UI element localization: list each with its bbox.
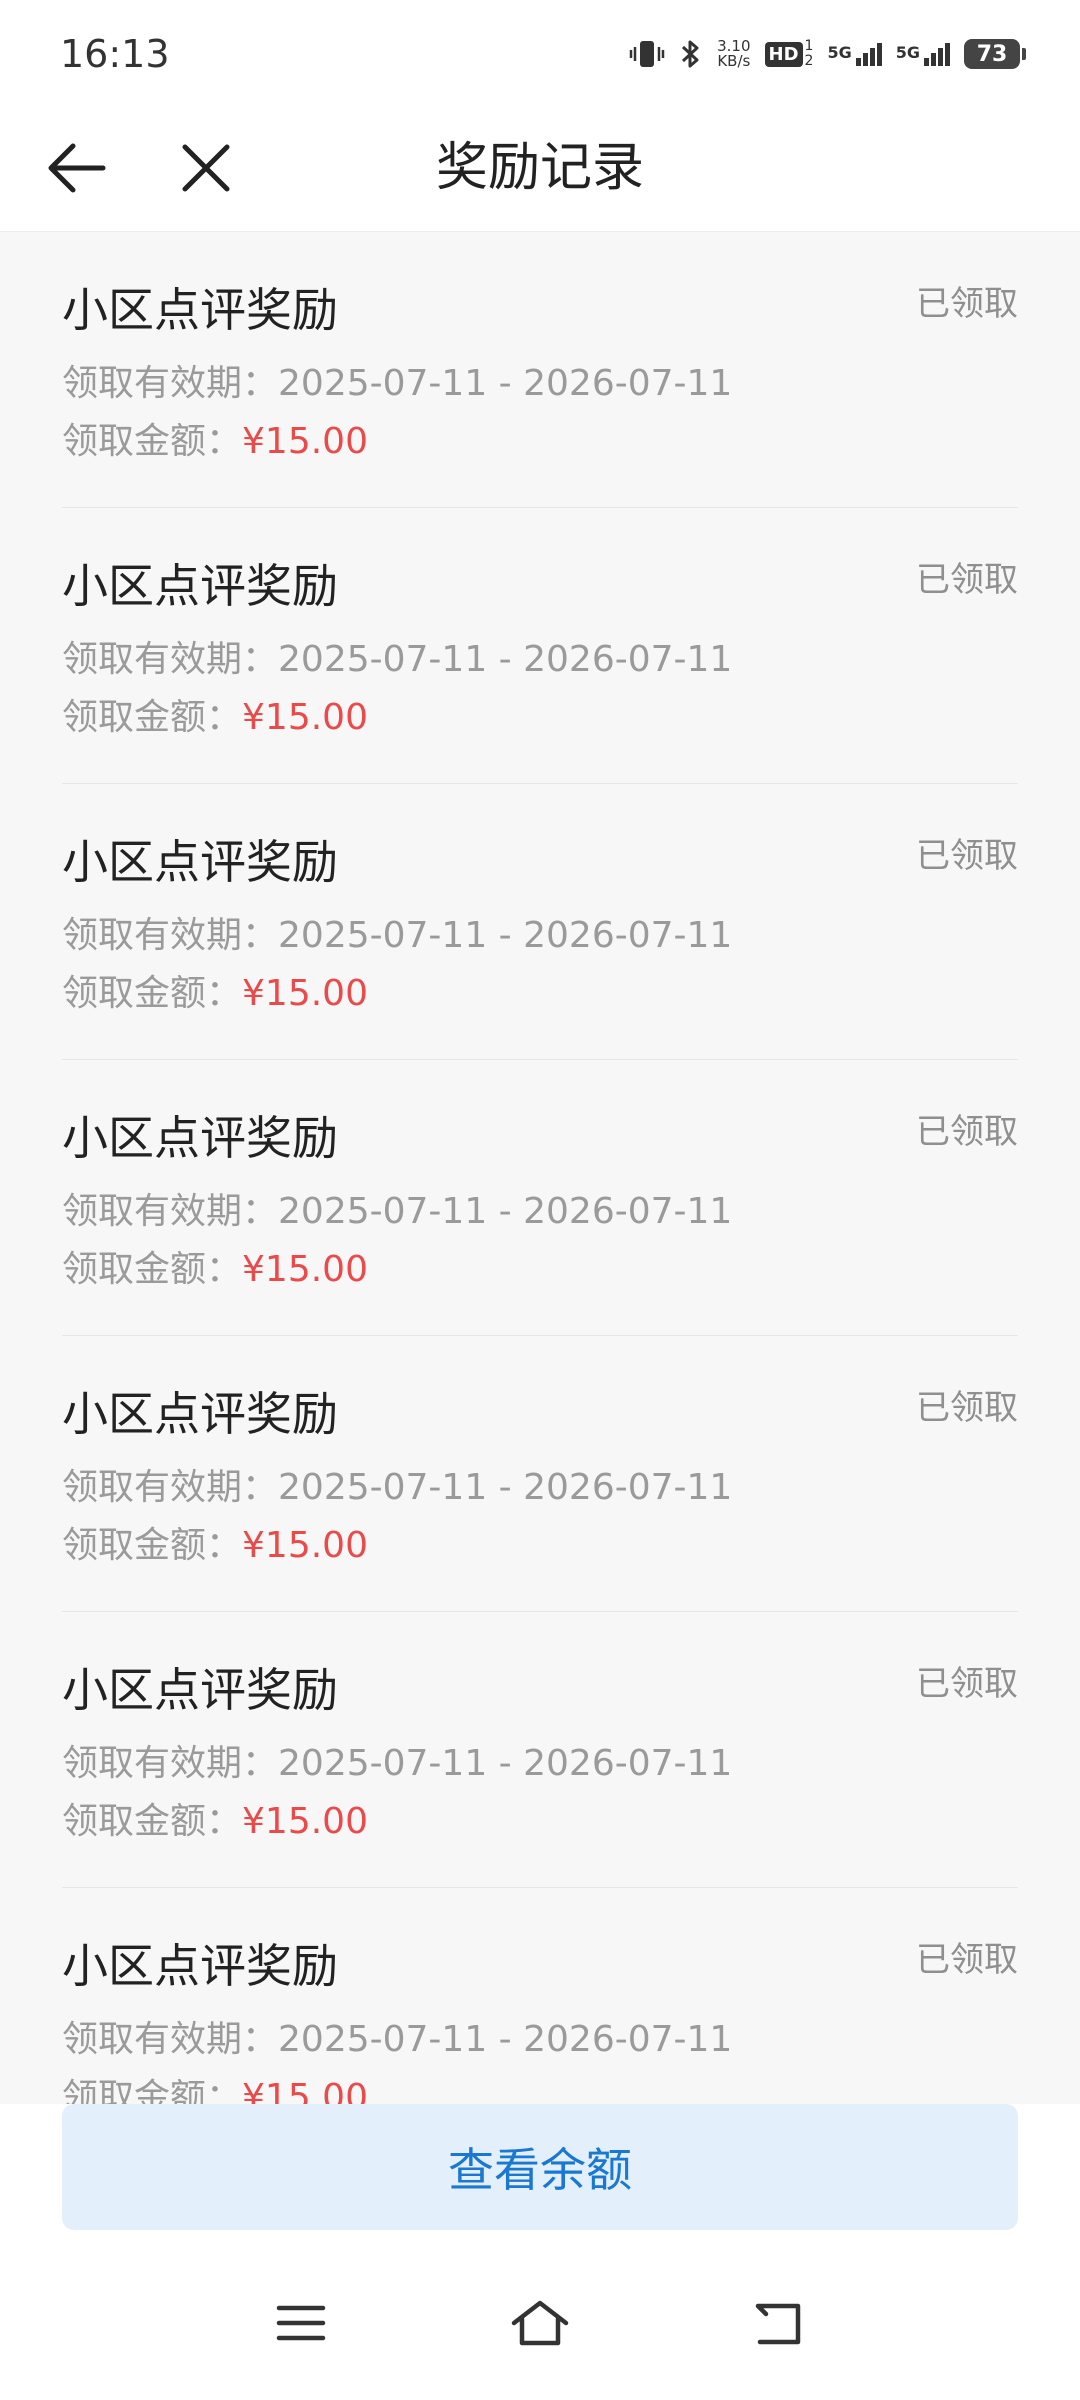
reward-record[interactable]: 小区点评奖励 已领取 领取有效期：2025-07-11 - 2026-07-11… <box>62 784 1018 1060</box>
system-nav-bar <box>0 2240 1080 2400</box>
record-title: 小区点评奖励 <box>62 1387 338 1441</box>
validity-value: 2025-07-11 - 2026-07-11 <box>278 1467 733 1508</box>
amount-value: ¥15.00 <box>242 1249 368 1290</box>
amount-value: ¥15.00 <box>242 1801 368 1842</box>
record-title: 小区点评奖励 <box>62 1111 338 1165</box>
home-icon <box>511 2300 569 2346</box>
record-amount: 领取金额：¥15.00 <box>62 688 368 740</box>
reward-record[interactable]: 小区点评奖励 已领取 领取有效期：2025-07-11 - 2026-07-11… <box>62 1336 1018 1612</box>
signal-bar <box>869 47 875 66</box>
amount-label: 领取金额： <box>62 421 243 462</box>
record-amount: 领取金额：¥15.00 <box>62 1516 368 1568</box>
validity-value: 2025-07-11 - 2026-07-11 <box>278 915 733 956</box>
reward-record[interactable]: 小区点评奖励 已领取 领取有效期：2025-07-11 - 2026-07-11… <box>62 232 1018 508</box>
validity-value: 2025-07-11 - 2026-07-11 <box>278 2019 733 2060</box>
record-title: 小区点评奖励 <box>62 283 338 337</box>
validity-value: 2025-07-11 - 2026-07-11 <box>278 363 733 404</box>
record-status: 已领取 <box>916 284 1018 324</box>
network-speed: 3.10 KB/s <box>717 39 750 69</box>
amount-value: ¥15.00 <box>242 697 368 738</box>
validity-value: 2025-07-11 - 2026-07-11 <box>278 1191 733 1232</box>
app-header: 奖励记录 <box>0 108 1080 232</box>
record-validity: 领取有效期：2025-07-11 - 2026-07-11 <box>62 906 732 958</box>
record-validity: 领取有效期：2025-07-11 - 2026-07-11 <box>62 354 732 406</box>
nav-home-button[interactable] <box>495 2278 585 2368</box>
amount-label: 领取金额： <box>62 973 243 1014</box>
reward-record-list[interactable]: 小区点评奖励 已领取 领取有效期：2025-07-11 - 2026-07-11… <box>0 232 1080 2104</box>
signal-bar <box>876 42 882 66</box>
record-title: 小区点评奖励 <box>62 1663 338 1717</box>
record-title: 小区点评奖励 <box>62 559 338 613</box>
network-speed-unit: KB/s <box>717 52 751 70</box>
amount-label: 领取金额： <box>62 2077 243 2104</box>
record-status: 已领取 <box>916 836 1018 876</box>
record-amount: 领取金额：¥15.00 <box>62 2068 368 2104</box>
amount-label: 领取金额： <box>62 1525 243 1566</box>
hd-voice-indicator: HD 1 2 <box>764 38 814 69</box>
menu-icon <box>276 2305 326 2341</box>
validity-label: 领取有效期： <box>62 1467 279 1508</box>
validity-label: 领取有效期： <box>62 639 279 680</box>
amount-value: ¥15.00 <box>242 421 368 462</box>
back-icon <box>755 2303 801 2345</box>
page-title: 奖励记录 <box>435 138 644 198</box>
vibrate-icon <box>629 39 665 69</box>
validity-label: 领取有效期： <box>62 363 279 404</box>
validity-label: 领取有效期： <box>62 2019 279 2060</box>
record-status: 已领取 <box>916 1940 1018 1980</box>
record-amount: 领取金额：¥15.00 <box>62 1792 368 1844</box>
record-title: 小区点评奖励 <box>62 1939 338 1993</box>
record-validity: 领取有效期：2025-07-11 - 2026-07-11 <box>62 1182 732 1234</box>
validity-label: 领取有效期： <box>62 1191 279 1232</box>
record-status: 已领取 <box>916 560 1018 600</box>
battery-level: 73 <box>976 41 1008 67</box>
record-status: 已领取 <box>916 1112 1018 1152</box>
nav-menu-button[interactable] <box>256 2278 346 2368</box>
status-time: 16:13 <box>60 32 170 76</box>
amount-value: ¥15.00 <box>242 973 368 1014</box>
hd-sub: 2 <box>804 53 814 69</box>
amount-label: 领取金额： <box>62 1249 243 1290</box>
record-validity: 领取有效期：2025-07-11 - 2026-07-11 <box>62 2010 732 2062</box>
sim2-network-label: 5G <box>895 42 920 62</box>
sim1-network-label: 5G <box>827 42 852 62</box>
reward-record[interactable]: 小区点评奖励 已领取 领取有效期：2025-07-11 - 2026-07-11… <box>62 1612 1018 1888</box>
reward-record[interactable]: 小区点评奖励 已领取 领取有效期：2025-07-11 - 2026-07-11… <box>62 508 1018 784</box>
sim1-signal: 5G <box>827 42 882 66</box>
validity-label: 领取有效期： <box>62 915 279 956</box>
view-balance-button[interactable]: 查看余额 <box>62 2104 1018 2230</box>
amount-value: ¥15.00 <box>242 2077 368 2104</box>
amount-value: ¥15.00 <box>242 1525 368 1566</box>
amount-label: 领取金额： <box>62 1801 243 1842</box>
battery-icon: 73 <box>964 39 1026 69</box>
validity-value: 2025-07-11 - 2026-07-11 <box>278 639 733 680</box>
signal-bar <box>924 57 929 66</box>
reward-record[interactable]: 小区点评奖励 已领取 领取有效期：2025-07-11 - 2026-07-11… <box>62 1060 1018 1336</box>
signal-bar <box>855 57 861 66</box>
validity-value: 2025-07-11 - 2026-07-11 <box>278 1743 733 1784</box>
signal-bar <box>945 42 950 66</box>
record-validity: 领取有效期：2025-07-11 - 2026-07-11 <box>62 1458 732 1510</box>
record-validity: 领取有效期：2025-07-11 - 2026-07-11 <box>62 630 732 682</box>
record-status: 已领取 <box>916 1664 1018 1704</box>
amount-label: 领取金额： <box>62 697 243 738</box>
signal-bar <box>862 52 868 66</box>
signal-bar <box>938 47 943 66</box>
signal-bar <box>931 52 936 66</box>
reward-record[interactable]: 小区点评奖励 已领取 领取有效期：2025-07-11 - 2026-07-11… <box>62 1888 1018 2104</box>
record-amount: 领取金额：¥15.00 <box>62 1240 368 1292</box>
record-status: 已领取 <box>916 1388 1018 1428</box>
record-title: 小区点评奖励 <box>62 835 338 889</box>
hd-sup: 1 <box>804 38 814 54</box>
bluetooth-icon <box>679 38 703 70</box>
hd-badge: HD <box>764 41 803 67</box>
record-amount: 领取金额：¥15.00 <box>62 964 368 1016</box>
validity-label: 领取有效期： <box>62 1743 279 1784</box>
status-icons: 3.10 KB/s HD 1 2 5G 5G 73 <box>629 34 1026 74</box>
record-validity: 领取有效期：2025-07-11 - 2026-07-11 <box>62 1734 732 1786</box>
nav-back-button[interactable] <box>735 2278 825 2368</box>
status-bar: 16:13 3.10 KB/s HD 1 2 5G 5G 73 <box>0 0 1080 108</box>
record-amount: 领取金额：¥15.00 <box>62 412 368 464</box>
sim2-signal: 5G <box>895 42 950 66</box>
